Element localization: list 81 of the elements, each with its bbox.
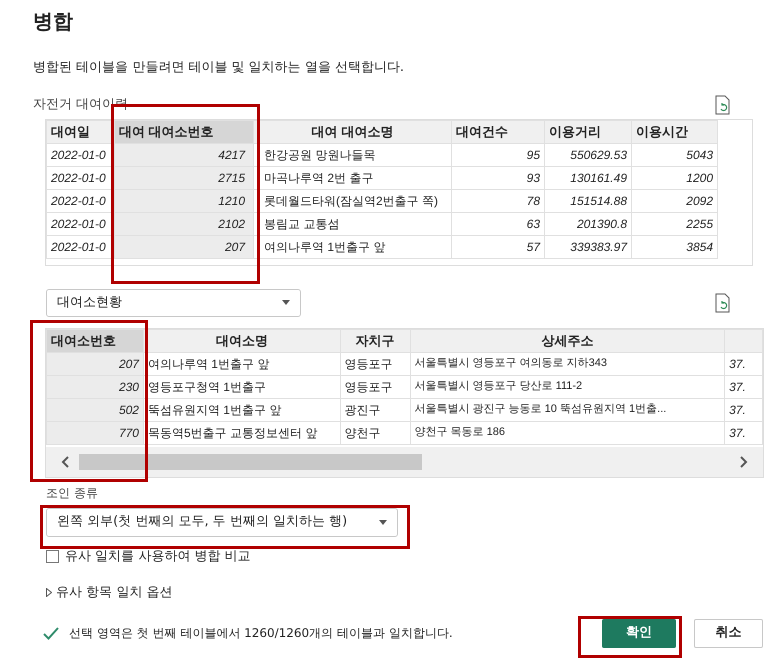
table-cell: 2715 — [114, 166, 254, 189]
chevron-left-icon[interactable] — [61, 456, 69, 468]
table-cell: 57 — [452, 235, 544, 258]
table-cell: 201390.8 — [544, 212, 632, 235]
table-cell: 한강공원 망원나들목 — [254, 143, 452, 166]
column-header[interactable]: 대여건수 — [452, 120, 544, 143]
cancel-button[interactable]: 취소 — [694, 618, 763, 648]
table-cell: 95 — [452, 143, 544, 166]
table-cell: 롯데월드타워(잠실역2번출구 쪽) — [254, 189, 452, 212]
table-cell: 550629.53 — [544, 143, 632, 166]
scrollbar-thumb[interactable] — [79, 454, 422, 470]
table-cell: 151514.88 — [544, 189, 632, 212]
table-cell: 1210 — [114, 189, 254, 212]
horizontal-scrollbar[interactable] — [46, 446, 763, 476]
table-cell: 영등포구 — [340, 352, 410, 375]
table-cell: 3854 — [632, 235, 718, 258]
table-cell: 1200 — [632, 166, 718, 189]
table-cell: 37. — [724, 398, 762, 421]
table-select[interactable]: 대여소현황 — [46, 288, 301, 316]
table-cell: 230 — [46, 375, 144, 398]
table-cell: 광진구 — [340, 398, 410, 421]
table-cell: 770 — [46, 421, 144, 444]
checkbox[interactable] — [46, 550, 59, 563]
table-cell: 2102 — [114, 212, 254, 235]
table-cell: 130161.49 — [544, 166, 632, 189]
table-cell: 93 — [452, 166, 544, 189]
table-cell: 339383.97 — [544, 235, 632, 258]
table-cell: 양천구 — [340, 421, 410, 444]
table-cell: 서울특별시 광진구 능동로 10 뚝섬유원지역 1번출... — [410, 398, 725, 421]
table-cell: 2022-01-0 — [46, 235, 114, 258]
ok-button[interactable]: 확인 — [602, 618, 676, 648]
column-header[interactable]: 이용거리 — [544, 120, 632, 143]
table-cell: 207 — [46, 352, 144, 375]
table-cell: 37. — [724, 421, 762, 444]
column-header[interactable]: 상세주소 — [410, 329, 725, 352]
table-cell: 37. — [724, 375, 762, 398]
table-cell: 5043 — [632, 143, 718, 166]
column-header[interactable]: 대여 대여소명 — [254, 120, 452, 143]
table-cell: 207 — [114, 235, 254, 258]
table-cell: 2022-01-0 — [46, 212, 114, 235]
refresh-file-icon[interactable] — [715, 292, 731, 312]
table-cell: 여의나루역 1번출구 앞 — [254, 235, 452, 258]
column-header[interactable]: 이용시간 — [632, 120, 718, 143]
table-cell: 37. — [724, 352, 762, 375]
join-kind-select[interactable]: 왼쪽 외부(첫 번째의 모두, 두 번째의 일치하는 행) — [46, 508, 398, 536]
table-cell: 2022-01-0 — [46, 166, 114, 189]
column-header[interactable]: 대여 대여소번호 — [114, 120, 254, 143]
caret-icon — [379, 520, 387, 524]
table-cell: 서울특별시 영등포구 여의동로 지하343 — [410, 352, 725, 375]
check-icon — [43, 626, 59, 640]
fuzzy-options-toggle[interactable]: 유사 항목 일치 옵션 — [46, 583, 737, 602]
fuzzy-match-label: 유사 일치를 사용하여 병합 비교 — [65, 548, 251, 566]
triangle-icon — [46, 588, 52, 598]
table-cell: 뚝섬유원지역 1번출구 앞 — [143, 398, 340, 421]
table-cell: 여의나루역 1번출구 앞 — [143, 352, 340, 375]
table-cell: 63 — [452, 212, 544, 235]
column-header[interactable]: 대여소번호 — [46, 329, 144, 352]
caret-icon — [282, 300, 290, 305]
table-cell: 2092 — [632, 189, 718, 212]
chevron-right-icon[interactable] — [740, 456, 748, 468]
table-cell: 마곡나루역 2번 출구 — [254, 166, 452, 189]
table-cell: 78 — [452, 189, 544, 212]
table-cell: 502 — [46, 398, 144, 421]
dialog-title: 병합 — [33, 8, 74, 35]
status-message: 선택 영역은 첫 번째 테이블에서 1260/1260개의 테이블과 일치합니다. — [69, 625, 453, 642]
table-cell: 서울특별시 영등포구 당산로 111-2 — [410, 375, 725, 398]
column-header[interactable]: 자치구 — [340, 329, 410, 352]
table-cell: 2022-01-0 — [46, 143, 114, 166]
join-kind-label: 조인 종류 — [46, 486, 99, 500]
table-cell: 4217 — [114, 143, 254, 166]
description: 병합된 테이블을 만들려면 테이블 및 일치하는 열을 선택합니다. — [33, 59, 406, 77]
table-cell: 영등포구청역 1번출구 — [143, 375, 340, 398]
refresh-file-icon[interactable] — [715, 94, 731, 114]
table-cell: 목동역5번출구 교통정보센터 앞 — [143, 421, 340, 444]
table-cell: 봉림교 교통섬 — [254, 212, 452, 235]
table-cell: 영등포구 — [340, 375, 410, 398]
column-header[interactable]: 대여일 — [46, 120, 114, 143]
table-cell: 2022-01-0 — [46, 189, 114, 212]
table-cell: 2255 — [632, 212, 718, 235]
table-cell: 양천구 목동로 186 — [410, 421, 725, 444]
column-header[interactable]: 대여소명 — [143, 329, 340, 352]
